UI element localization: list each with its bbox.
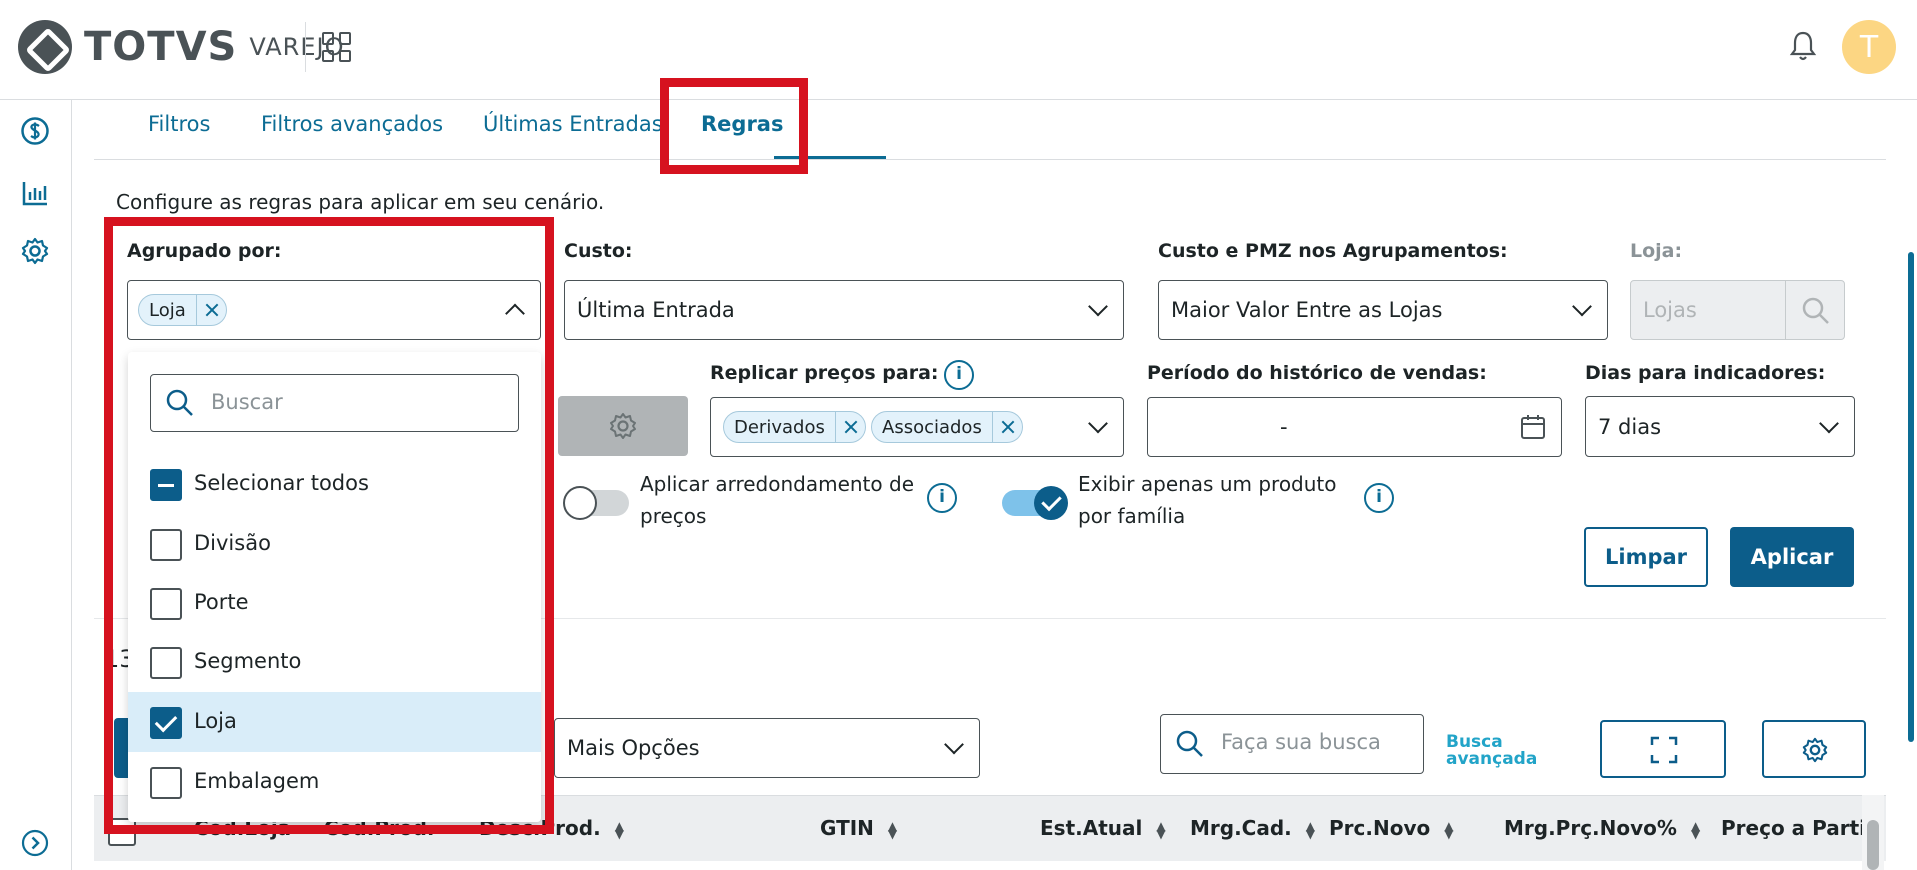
gear-icon[interactable] [20, 236, 50, 266]
column-header[interactable]: GTIN ▲ ▼ [820, 816, 897, 840]
chevron-down-icon [1088, 413, 1108, 434]
custo-value: Última Entrada [577, 298, 735, 322]
arredondamento-label: Aplicar arredondamento de preços [640, 472, 914, 528]
sort-icon: ▲ ▼ [614, 818, 624, 841]
periodo-label: Período do histórico de vendas: [1147, 362, 1487, 384]
table-settings-button[interactable] [1762, 720, 1866, 778]
calendar-icon[interactable] [1520, 414, 1546, 440]
gear-icon [610, 413, 636, 439]
replicar-label: Replicar preços para: [710, 362, 939, 384]
custo-pmz-select[interactable]: Maior Valor Entre as Lojas [1158, 280, 1608, 340]
column-header[interactable]: Preço a Partir de [1721, 816, 1866, 840]
sidebar [0, 100, 72, 870]
custo-pmz-value: Maior Valor Entre as Lojas [1171, 298, 1443, 322]
periodo-date-field[interactable]: - [1147, 397, 1562, 457]
mais-opcoes-select[interactable]: Mais Opções [554, 718, 980, 778]
apps-grid-icon[interactable] [322, 32, 352, 62]
highlight-box-regras-tab [660, 78, 808, 174]
chevron-down-icon [1572, 296, 1592, 317]
search-icon [1176, 730, 1203, 757]
gear-icon [1802, 737, 1828, 763]
highlight-box-agrupado [104, 217, 554, 834]
custo-pmz-label: Custo e PMZ nos Agrupamentos: [1158, 240, 1508, 262]
busca-avancada-link[interactable]: Busca avançada [1446, 734, 1537, 768]
table-scroll-thumb[interactable] [1867, 820, 1879, 870]
table-search-input[interactable]: Faça sua busca [1160, 714, 1424, 774]
info-icon[interactable]: i [1364, 483, 1394, 513]
rules-description: Configure as regras para aplicar em seu … [116, 190, 605, 214]
limpar-button[interactable]: Limpar [1584, 527, 1708, 587]
notification-bell-icon[interactable] [1788, 30, 1818, 62]
tab-bar: Filtros Filtros avançados Últimas Entrad… [94, 100, 1886, 160]
user-avatar[interactable]: T [1842, 20, 1896, 74]
tab-filtros[interactable]: Filtros [148, 112, 210, 136]
info-icon[interactable]: i [927, 483, 957, 513]
sort-icon: ▲ ▼ [887, 818, 898, 841]
loja-placeholder: Lojas [1643, 298, 1697, 322]
chip-derivados: Derivados [723, 411, 866, 443]
column-header[interactable]: Est.Atual ▲ ▼ [1040, 816, 1166, 840]
tab-ultimas-entradas[interactable]: Últimas Entradas [483, 112, 663, 136]
brand-name: TOTVS [84, 24, 238, 70]
page-scrollbar[interactable] [1908, 252, 1914, 742]
periodo-value: - [1280, 415, 1288, 439]
custo-select[interactable]: Última Entrada [564, 280, 1124, 340]
sort-icon: ▲ ▼ [1690, 818, 1701, 841]
chevron-down-icon [1088, 296, 1108, 317]
fullscreen-button[interactable] [1600, 720, 1726, 778]
dias-value: 7 dias [1598, 414, 1662, 439]
chevron-down-icon [1819, 413, 1839, 433]
chip-associados: Associados [871, 411, 1023, 443]
sort-icon: ▲ ▼ [1156, 818, 1166, 841]
chip-label: Derivados [734, 416, 825, 438]
column-header[interactable]: Mrg.Prç.Novo% ▲ ▼ [1504, 816, 1700, 840]
header-divider [305, 22, 306, 72]
settings-button [558, 396, 688, 456]
search-icon [1802, 297, 1829, 324]
app-header: TOTVS VAREJO T [0, 0, 1917, 100]
loja-label: Loja: [1630, 240, 1683, 262]
sort-icon: ▲ ▼ [1444, 818, 1454, 841]
dollar-circle-icon[interactable] [20, 116, 50, 146]
chevron-right-circle-icon[interactable] [20, 828, 50, 858]
chip-remove-icon[interactable] [991, 412, 1022, 442]
totvs-logo-mark-icon [18, 20, 72, 74]
dias-select[interactable]: 7 dias [1585, 396, 1855, 457]
loja-input: Lojas [1630, 280, 1786, 340]
custo-label: Custo: [564, 240, 633, 262]
arredondamento-toggle[interactable] [563, 486, 629, 520]
chip-label: Associados [882, 416, 982, 438]
aplicar-button[interactable]: Aplicar [1730, 527, 1854, 587]
tab-filtros-avancados[interactable]: Filtros avançados [261, 112, 443, 136]
chip-remove-icon[interactable] [834, 412, 865, 442]
column-header[interactable]: Mrg.Cad. ▲ ▼ [1190, 816, 1315, 840]
fullscreen-icon [1650, 736, 1678, 764]
bar-chart-icon[interactable] [20, 178, 50, 208]
mais-opcoes-value: Mais Opções [567, 736, 700, 760]
familia-toggle[interactable] [1002, 486, 1068, 520]
replicar-select[interactable]: Derivados Associados [710, 397, 1124, 457]
familia-label: Exibir apenas um produto por família [1078, 472, 1337, 528]
search-placeholder: Faça sua busca [1221, 730, 1381, 754]
totvs-logo[interactable]: TOTVS VAREJO [18, 20, 344, 74]
info-icon[interactable]: i [944, 360, 974, 390]
dias-label: Dias para indicadores: [1585, 362, 1826, 384]
loja-search-button [1785, 280, 1845, 340]
sort-icon: ▲ ▼ [1305, 818, 1316, 841]
chevron-down-icon [944, 734, 964, 755]
column-header[interactable]: Prc.Novo ▲ ▼ [1329, 816, 1453, 840]
